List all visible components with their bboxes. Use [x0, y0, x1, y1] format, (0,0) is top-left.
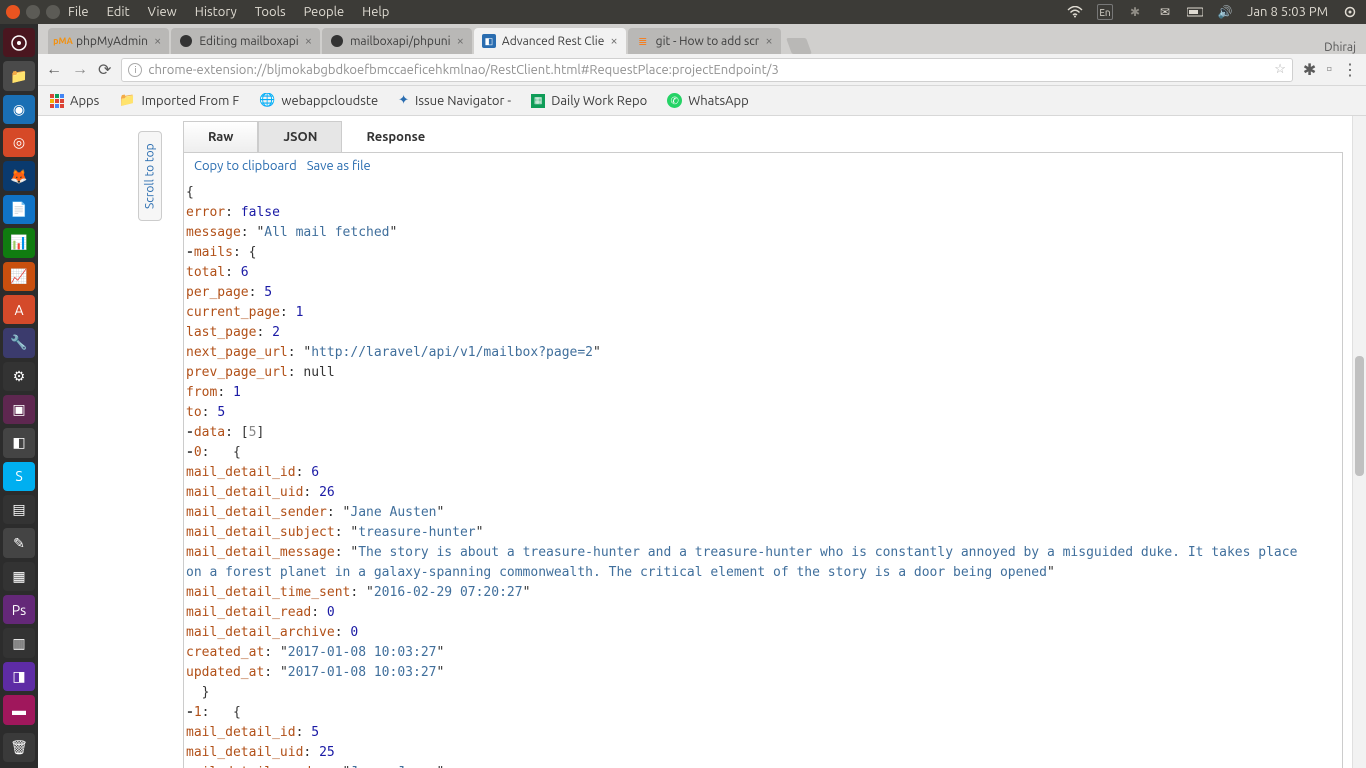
response-panel: Raw JSON Response Copy to clipboard Save…: [183, 121, 1343, 768]
new-tab-button[interactable]: [786, 38, 812, 54]
system-tray[interactable]: En ✱ ✉ 🔊 Jan 8 5:03 PM: [1067, 4, 1366, 20]
launcher-terminal[interactable]: ▣: [3, 395, 35, 424]
launcher-calc[interactable]: 📊: [3, 228, 35, 257]
app-menu[interactable]: FileEditView HistoryToolsPeople Help: [62, 5, 389, 19]
url-text: chrome-extension://bljmokabgbdkoefbmccae…: [148, 63, 778, 77]
launcher-skype[interactable]: S: [3, 462, 35, 491]
bookmark-sheets[interactable]: ▦Daily Work Repo: [531, 94, 647, 108]
close-icon[interactable]: ×: [154, 34, 161, 48]
tab-github1[interactable]: Editing mailboxapi×: [171, 28, 320, 54]
close-icon[interactable]: ×: [457, 34, 464, 48]
chrome-menu[interactable]: ⋮: [1342, 60, 1358, 79]
site-info-icon[interactable]: i: [128, 63, 142, 77]
back-button[interactable]: ←: [46, 60, 62, 79]
scrollbar-thumb[interactable]: [1355, 356, 1364, 476]
launcher-impress[interactable]: 📈: [3, 262, 35, 291]
launcher-app8[interactable]: ▥: [3, 628, 35, 657]
tab-json[interactable]: JSON: [258, 121, 342, 152]
profile-badge[interactable]: Dhiraj: [1314, 39, 1366, 54]
page-content: Scroll to top Raw JSON Response Copy to …: [38, 116, 1366, 768]
launcher-app2[interactable]: ⚙: [3, 362, 35, 391]
launcher-files[interactable]: 📁: [3, 61, 35, 90]
copy-clipboard-link[interactable]: Copy to clipboard: [194, 159, 297, 173]
address-bar[interactable]: i chrome-extension://bljmokabgbdkoefbmcc…: [121, 58, 1293, 82]
tab-strip: pMAphpMyAdmin× Editing mailboxapi× mailb…: [38, 24, 1366, 54]
launcher-app10[interactable]: ▬: [3, 695, 35, 724]
tab-response-label: Response: [342, 121, 449, 152]
collapse-toggle[interactable]: -: [186, 245, 194, 260]
launcher-firefox[interactable]: 🦊: [3, 161, 35, 190]
bookmark-whatsapp[interactable]: ✆WhatsApp: [667, 93, 749, 108]
bookmark-star-icon[interactable]: ☆: [1274, 62, 1286, 77]
tab-stackoverflow[interactable]: ≣git - How to add scr×: [628, 28, 781, 54]
lang-indicator[interactable]: En: [1097, 4, 1113, 20]
collapse-toggle[interactable]: -: [186, 425, 194, 440]
launcher-app7[interactable]: Ps: [3, 595, 35, 624]
launcher-dash[interactable]: [3, 28, 35, 57]
launcher-app6[interactable]: ▦: [3, 562, 35, 591]
bookmarks-bar: Apps 📁Imported From F 🌐webappcloudste ✦I…: [38, 86, 1366, 116]
json-viewer: { error: false message: "All mail fetche…: [183, 179, 1343, 768]
ubuntu-menubar: FileEditView HistoryToolsPeople Help En …: [0, 0, 1366, 24]
response-tabs: Raw JSON Response: [183, 121, 1343, 153]
bookmark-apps[interactable]: Apps: [50, 94, 99, 108]
reload-button[interactable]: ⟳: [98, 60, 111, 79]
bluetooth-icon[interactable]: ✱: [1127, 4, 1143, 20]
window-controls[interactable]: [0, 5, 62, 19]
launcher-app3[interactable]: ◧: [3, 428, 35, 457]
tab-github2[interactable]: mailboxapi/phpuni×: [322, 28, 472, 54]
collapse-toggle[interactable]: -: [186, 445, 194, 460]
wifi-icon[interactable]: [1067, 4, 1083, 20]
extension-icon[interactable]: ✱: [1303, 60, 1316, 79]
extension-icon-2[interactable]: ▫: [1326, 60, 1332, 79]
close-icon[interactable]: ×: [765, 34, 772, 48]
folder-icon: 📁: [119, 93, 135, 108]
battery-icon[interactable]: [1187, 4, 1203, 20]
close-icon[interactable]: ×: [305, 34, 312, 48]
volume-icon[interactable]: 🔊: [1217, 4, 1233, 20]
site-icon: 🌐: [259, 93, 275, 108]
launcher-chromium[interactable]: ◉: [3, 95, 35, 124]
unity-launcher[interactable]: 📁 ◉ ◎ 🦊 📄 📊 📈 A 🔧 ⚙ ▣ ◧ S ▤ ✎ ▦ Ps ▥ ◨ ▬…: [0, 24, 38, 768]
browser-toolbar: ← → ⟳ i chrome-extension://bljmokabgbdko…: [38, 54, 1366, 86]
launcher-app1[interactable]: 🔧: [3, 328, 35, 357]
launcher-app5[interactable]: ✎: [3, 528, 35, 557]
clock[interactable]: Jan 8 5:03 PM: [1247, 5, 1328, 19]
close-icon[interactable]: ×: [610, 34, 617, 48]
save-file-link[interactable]: Save as file: [307, 159, 371, 173]
gear-icon[interactable]: [1342, 4, 1358, 20]
launcher-trash[interactable]: 🗑: [3, 733, 35, 762]
mail-icon[interactable]: ✉: [1157, 4, 1173, 20]
response-actions: Copy to clipboard Save as file: [183, 153, 1343, 179]
jira-icon: ✦: [398, 93, 409, 108]
whatsapp-icon: ✆: [667, 93, 682, 108]
launcher-writer[interactable]: 📄: [3, 195, 35, 224]
bookmark-webapp[interactable]: 🌐webappcloudste: [259, 93, 378, 108]
bookmark-folder[interactable]: 📁Imported From F: [119, 93, 239, 108]
launcher-app9[interactable]: ◨: [3, 662, 35, 691]
tab-phpmyadmin[interactable]: pMAphpMyAdmin×: [48, 28, 169, 54]
launcher-ubuntu[interactable]: ◎: [3, 128, 35, 157]
tab-arc[interactable]: ◧Advanced Rest Clie×: [474, 28, 626, 54]
browser-window: pMAphpMyAdmin× Editing mailboxapi× mailb…: [38, 24, 1366, 768]
sheets-icon: ▦: [531, 94, 545, 108]
collapse-toggle[interactable]: -: [186, 705, 194, 720]
forward-button: →: [72, 60, 88, 79]
launcher-software[interactable]: A: [3, 295, 35, 324]
bookmark-jira[interactable]: ✦Issue Navigator -: [398, 93, 511, 108]
launcher-app4[interactable]: ▤: [3, 495, 35, 524]
scroll-to-top[interactable]: Scroll to top: [138, 131, 162, 221]
vertical-scrollbar[interactable]: [1352, 116, 1366, 768]
tab-raw[interactable]: Raw: [183, 121, 258, 152]
